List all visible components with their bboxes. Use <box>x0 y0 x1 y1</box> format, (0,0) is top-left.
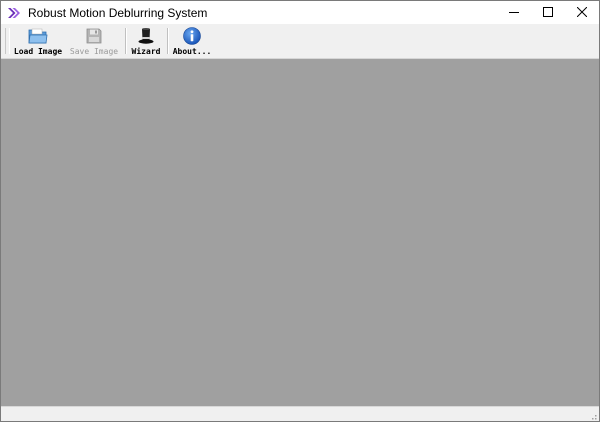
about-label: About... <box>172 47 212 56</box>
save-image-button[interactable]: Save Image <box>68 25 120 57</box>
about-button[interactable]: About... <box>172 25 212 57</box>
close-button[interactable] <box>565 1 599 24</box>
close-icon <box>576 4 588 22</box>
toolbar-separator <box>125 28 127 54</box>
toolbar: Load Image Save Image Wizard About... <box>1 24 599 59</box>
load-image-label: Load Image <box>13 47 63 56</box>
wizard-button[interactable]: Wizard <box>130 25 162 57</box>
floppy-disk-icon <box>84 27 104 45</box>
minimize-icon <box>509 4 519 22</box>
purple-chevron-icon[interactable] <box>7 6 21 20</box>
maximize-icon <box>543 4 553 22</box>
wizard-hat-icon <box>136 27 156 45</box>
resize-grip-icon[interactable] <box>587 410 597 420</box>
image-canvas[interactable] <box>1 59 599 406</box>
info-icon <box>182 27 202 45</box>
save-image-label: Save Image <box>69 47 119 56</box>
maximize-button[interactable] <box>531 1 565 24</box>
app-window: Robust Motion Deblurring System Load Ima… <box>0 0 600 422</box>
toolbar-grip[interactable] <box>5 28 10 54</box>
window-controls <box>497 1 599 24</box>
status-bar <box>1 406 599 421</box>
window-title: Robust Motion Deblurring System <box>28 5 208 20</box>
toolbar-separator <box>167 28 169 54</box>
title-bar[interactable]: Robust Motion Deblurring System <box>1 1 599 24</box>
wizard-label: Wizard <box>131 47 161 56</box>
folder-open-icon <box>28 27 48 45</box>
minimize-button[interactable] <box>497 1 531 24</box>
load-image-button[interactable]: Load Image <box>13 25 63 57</box>
